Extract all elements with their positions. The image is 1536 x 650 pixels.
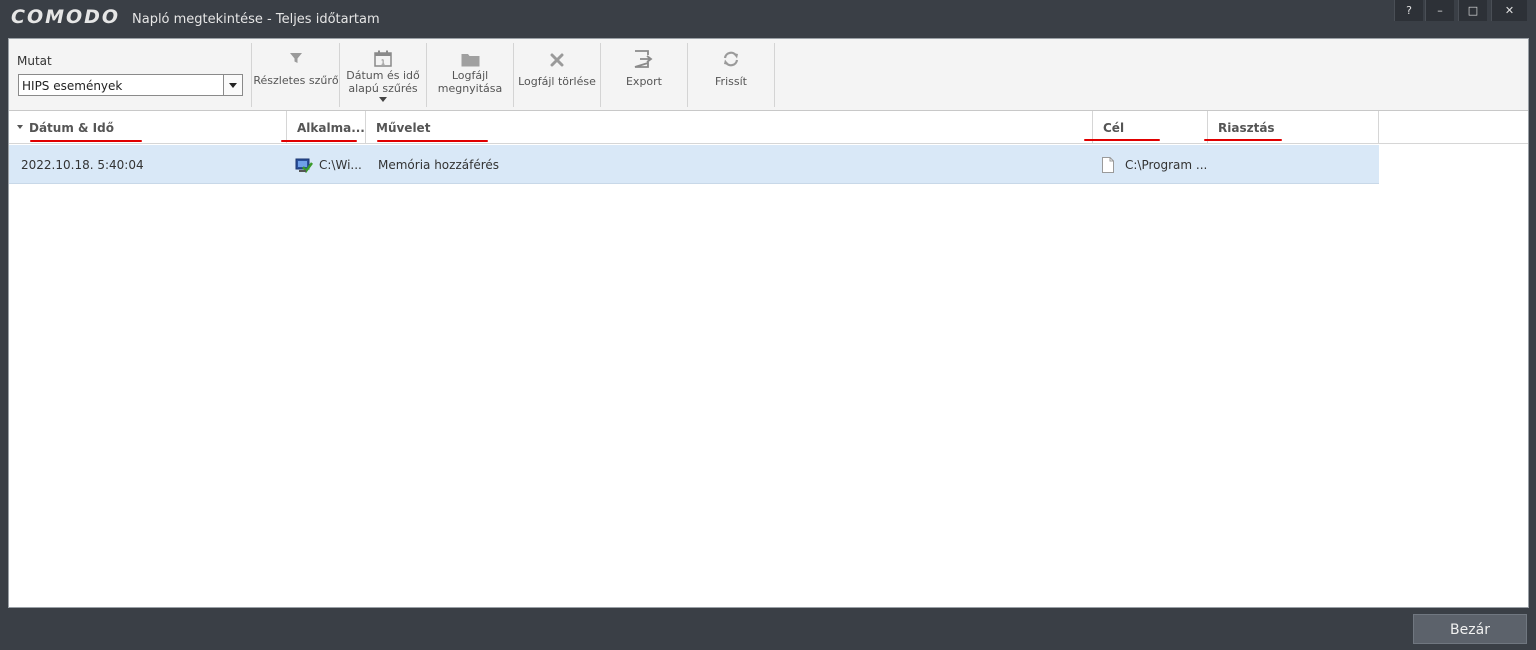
comodo-logo: COMODO xyxy=(11,6,121,28)
delete-logfile-button[interactable]: Logfájl törlése xyxy=(514,39,600,111)
title-bar: COMODO Napló megtekintése - Teljes időta… xyxy=(0,0,1536,38)
filter-icon xyxy=(290,53,302,63)
refresh-label: Frissít xyxy=(715,75,747,88)
row-datetime: 2022.10.18. 5:40:04 xyxy=(21,158,144,172)
annotation-underline xyxy=(377,140,488,142)
date-filter-label-line2: alapú szűrés xyxy=(348,82,418,95)
chevron-down-icon[interactable] xyxy=(223,75,242,95)
detailed-filter-label: Részletes szűrő xyxy=(253,74,339,87)
delete-logfile-label: Logfájl törlése xyxy=(518,75,596,88)
column-header-application[interactable]: Alkalma... xyxy=(287,111,365,143)
event-type-value: HIPS események xyxy=(22,79,123,93)
date-filter-label-line1: Dátum és idő xyxy=(346,69,420,82)
detailed-filter-button[interactable]: Részletes szűrő xyxy=(253,39,339,111)
folder-icon xyxy=(461,54,479,67)
annotation-underline xyxy=(1204,139,1282,141)
export-icon xyxy=(634,50,653,68)
show-label: Mutat xyxy=(17,54,52,68)
annotation-underline xyxy=(30,140,142,142)
help-button[interactable]: ? xyxy=(1394,0,1423,21)
column-separator xyxy=(1378,111,1379,143)
annotation-underline xyxy=(1084,139,1160,141)
open-logfile-button[interactable]: Logfájl megnyitása xyxy=(427,39,513,111)
row-action: Memória hozzáférés xyxy=(378,158,500,172)
calendar-icon: 1 xyxy=(374,50,392,67)
column-header-action[interactable]: Művelet xyxy=(366,111,1092,143)
row-target: C:\Program ... xyxy=(1125,158,1208,172)
close-window-button[interactable]: ✕ xyxy=(1491,0,1527,21)
file-icon xyxy=(1102,157,1114,173)
table-row[interactable]: 2022.10.18. 5:40:04 C:\Wi... Memória hoz… xyxy=(9,145,1379,184)
close-button[interactable]: Bezár xyxy=(1413,614,1527,644)
minimize-button[interactable]: – xyxy=(1425,0,1454,21)
annotation-underline xyxy=(281,140,357,142)
refresh-icon xyxy=(723,51,739,67)
export-button[interactable]: Export xyxy=(601,39,687,111)
open-logfile-label-line1: Logfájl xyxy=(451,69,489,82)
application-icon xyxy=(295,158,313,174)
date-filter-button[interactable]: 1 Dátum és idő alapú szűrés xyxy=(340,39,426,111)
refresh-button[interactable]: Frissít xyxy=(688,39,774,111)
row-application: C:\Wi... xyxy=(319,158,362,172)
sort-down-icon xyxy=(17,125,23,129)
column-header-datetime[interactable]: Dátum & Idő xyxy=(9,111,286,143)
open-logfile-label-line2: megnyitása xyxy=(437,82,503,95)
export-label: Export xyxy=(625,75,662,88)
maximize-button[interactable]: □ xyxy=(1458,0,1487,21)
event-type-select[interactable]: HIPS események xyxy=(18,74,243,96)
table-header: Dátum & Idő Alkalma... Művelet Cél Riasz… xyxy=(9,111,1528,144)
log-viewer-panel: Mutat HIPS események Részletes szűrő 1 D… xyxy=(8,38,1529,608)
toolbar-separator xyxy=(774,43,775,107)
toolbar-separator xyxy=(251,43,252,107)
window-title: Napló megtekintése - Teljes időtartam xyxy=(132,12,380,27)
caret-down-icon xyxy=(379,97,387,102)
delete-icon xyxy=(550,53,564,67)
calendar-day: 1 xyxy=(381,59,385,67)
toolbar: Mutat HIPS események Részletes szűrő 1 D… xyxy=(9,39,1528,111)
